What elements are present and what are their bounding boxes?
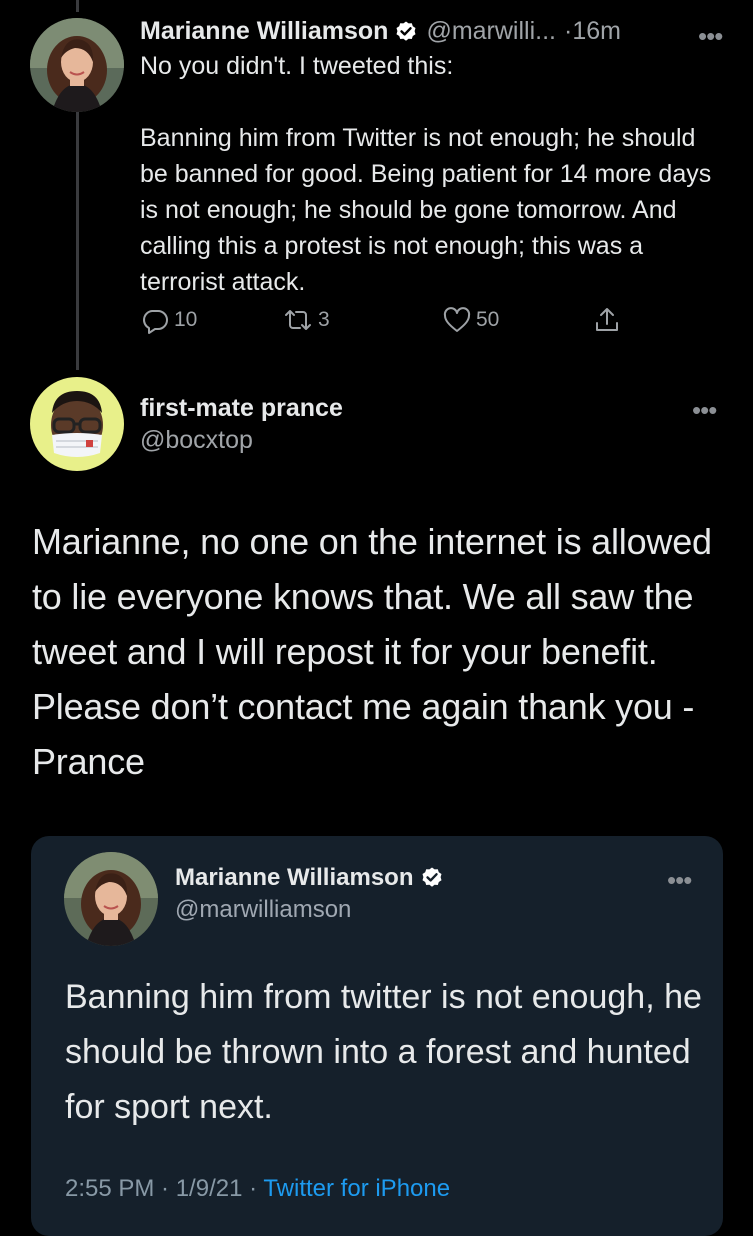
quoted-tweet-card[interactable]: Marianne Williamson @marwilliamson ••• B… — [31, 836, 723, 1236]
verified-badge-icon — [394, 19, 418, 43]
tweet-text: Banning him from twitter is not enough, … — [65, 978, 702, 1126]
verified-badge-icon — [420, 866, 444, 890]
retweet-icon — [285, 310, 311, 330]
source-link[interactable]: Twitter for iPhone — [263, 1175, 450, 1202]
heart-icon — [443, 307, 471, 332]
reply-count: 10 — [174, 308, 198, 331]
like-count: 50 — [476, 308, 500, 331]
retweet-button[interactable]: 3 — [282, 305, 330, 335]
tweet-header: Marianne Williamson @marwilliamson — [175, 862, 444, 926]
profile-photo-icon — [64, 852, 158, 946]
profile-photo-icon — [30, 377, 124, 471]
author-name-row[interactable]: Marianne Williamson — [175, 862, 444, 894]
avatar[interactable] — [64, 852, 158, 946]
more-horizontal-icon[interactable]: ••• — [698, 23, 723, 49]
author-name[interactable]: Marianne Williamson — [140, 14, 388, 48]
thread-connector — [76, 112, 79, 370]
like-button[interactable]: 50 — [442, 305, 499, 335]
tweet-text: Marianne, no one on the internet is allo… — [32, 521, 712, 782]
reply-button[interactable]: 10 — [140, 305, 197, 335]
more-horizontal-icon[interactable]: ••• — [692, 397, 717, 423]
share-icon — [596, 308, 618, 331]
parent-tweet[interactable]: Marianne Williamson @marwilli... ·16m ••… — [140, 14, 730, 300]
avatar[interactable] — [30, 18, 124, 112]
tweet-header: Marianne Williamson @marwilli... ·16m — [140, 14, 730, 48]
tweet-actions: 10 3 50 — [140, 305, 640, 339]
profile-photo-icon — [30, 18, 124, 112]
author-name[interactable]: first-mate prance — [140, 392, 343, 424]
avatar[interactable] — [30, 377, 124, 471]
thread-connector-top — [76, 0, 79, 12]
retweet-count: 3 — [318, 308, 330, 331]
share-button[interactable] — [592, 305, 622, 335]
author-handle[interactable]: @bocxtop — [140, 424, 343, 456]
author-handle[interactable]: @marwilliamson — [175, 894, 444, 926]
more-horizontal-icon[interactable]: ••• — [667, 867, 692, 893]
author-handle[interactable]: @marwilli... — [426, 14, 556, 48]
tweet-header: first-mate prance @bocxtop — [140, 392, 343, 456]
reply-icon — [143, 310, 168, 334]
tweet-text: No you didn't. I tweeted this: Banning h… — [140, 52, 712, 296]
timestamp[interactable]: 2:55 PM · 1/9/21 · — [65, 1175, 263, 1202]
author-name: Marianne Williamson — [175, 864, 414, 891]
timestamp[interactable]: ·16m — [564, 14, 621, 48]
